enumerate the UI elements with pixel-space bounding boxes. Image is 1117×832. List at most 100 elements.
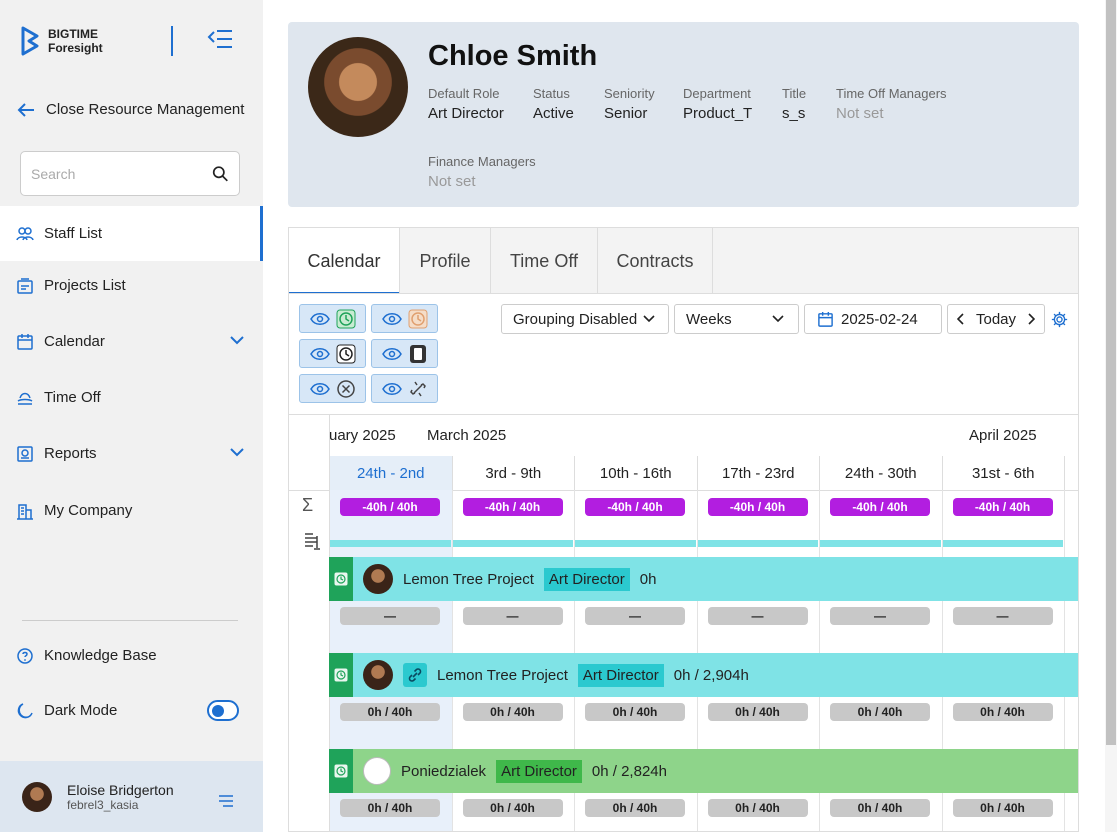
logo-divider [171, 26, 173, 56]
back-label: Close Resource Management [46, 101, 245, 118]
sidebar-item-calendar[interactable]: Calendar [0, 314, 263, 369]
user-menu-icon[interactable] [218, 794, 234, 808]
gear-icon[interactable] [1051, 311, 1068, 328]
allocation-cell[interactable]: — [830, 607, 930, 625]
toggle-visibility-button[interactable] [371, 304, 438, 333]
total-hours-pill: -40h / 40h [952, 498, 1053, 516]
toggle-visibility-button[interactable] [299, 339, 366, 368]
help-circle-icon [17, 647, 33, 664]
grouping-select[interactable]: Grouping Disabled [501, 304, 669, 334]
project-bar[interactable]: Lemon Tree Project Art Director 0h / 2,904… [329, 653, 1078, 697]
week-header[interactable]: 3rd - 9th [453, 456, 575, 490]
allocation-cell[interactable]: — [585, 607, 685, 625]
sidebar-item-staff-list[interactable]: Staff List [0, 206, 263, 261]
allocation-cell[interactable]: 0h / 40h [830, 799, 930, 817]
sidebar-item-projects-list[interactable]: Projects List [0, 258, 263, 313]
search-input[interactable] [31, 165, 212, 182]
close-resource-management-link[interactable]: Close Resource Management [16, 101, 244, 118]
total-hours-pill: -40h / 40h [707, 498, 808, 516]
scrollbar-thumb[interactable] [1106, 0, 1116, 745]
allocation-cell[interactable]: 0h / 40h [952, 703, 1053, 721]
date-picker[interactable]: 2025-02-24 [804, 304, 942, 334]
allocation-cell[interactable]: 0h / 40h [462, 703, 563, 721]
tab-contracts[interactable]: Contracts [598, 228, 713, 294]
chevron-down-icon [643, 315, 655, 323]
chevron-down-icon [772, 315, 784, 323]
tab-profile[interactable]: Profile [400, 228, 491, 294]
avatar [22, 781, 52, 812]
tab-time-off[interactable]: Time Off [491, 228, 598, 294]
toggle-visibility-button[interactable] [371, 374, 438, 403]
allocation-cell[interactable]: 0h / 40h [707, 799, 808, 817]
project-edge [329, 653, 353, 697]
week-header[interactable]: 24th - 2nd [330, 456, 453, 490]
toggle-visibility-button[interactable] [299, 374, 366, 403]
allocation-cell[interactable]: 0h / 40h [462, 799, 563, 817]
week-header[interactable]: 31st - 6th [943, 456, 1065, 490]
collapse-sidebar-icon[interactable] [206, 28, 234, 55]
calendar-icon [17, 333, 33, 350]
week-header[interactable]: 10th - 16th [575, 456, 698, 490]
tab-bar: Calendar Profile Time Off Contracts [288, 227, 1079, 295]
sidebar-item-time-off[interactable]: Time Off [0, 370, 263, 425]
allocation-cell[interactable]: — [707, 607, 808, 625]
week-header[interactable]: 24th - 30th [820, 456, 943, 490]
toggle-visibility-button[interactable] [371, 339, 438, 368]
profile-field: Time Off Managers Not set [836, 86, 947, 122]
sidebar-item-my-company[interactable]: My Company [0, 483, 263, 538]
allocation-cell[interactable]: — [340, 607, 440, 625]
month-label: uary 2025 [329, 427, 396, 444]
project-name: Lemon Tree Project [437, 666, 568, 684]
chevron-down-icon[interactable] [229, 332, 245, 348]
allocation-cell[interactable]: 0h / 40h [585, 703, 685, 721]
allocation-cell[interactable]: 0h / 40h [830, 703, 930, 721]
link-icon[interactable] [403, 663, 427, 687]
knowledge-base-link[interactable]: Knowledge Base [0, 628, 263, 683]
toggle-visibility-button[interactable] [299, 304, 366, 333]
eye-icon [381, 347, 402, 360]
current-user[interactable]: Eloise Bridgerton febrel3_kasia [0, 761, 263, 832]
split-box-icon [409, 344, 426, 363]
brand-line1: BIGTIME [48, 27, 98, 41]
chevron-left-icon[interactable] [957, 313, 965, 325]
profile-name: Chloe Smith [428, 40, 598, 72]
week-header[interactable]: 7 [1065, 456, 1078, 490]
allocation-cell[interactable]: 0h / 40h [952, 799, 1053, 817]
field-label: Seniority [604, 86, 655, 101]
field-value: Active [533, 105, 574, 122]
profile-field: Default Role Art Director [428, 86, 504, 122]
page-scrollbar[interactable] [1105, 0, 1117, 832]
allocation-cell[interactable]: — [462, 607, 563, 625]
assignee-avatar [363, 660, 393, 690]
allocation-cell[interactable]: 0h / 40h [340, 799, 440, 817]
tab-calendar[interactable]: Calendar [289, 228, 400, 295]
chevron-down-icon[interactable] [229, 444, 245, 460]
allocation-cell[interactable]: 0h / 40h [340, 703, 440, 721]
project-role-badge: Art Director [577, 663, 664, 687]
bigtime-logo[interactable]: BIGTIME Foresight [20, 26, 103, 56]
bigtime-logo-icon [21, 26, 39, 56]
search-box[interactable] [20, 151, 240, 196]
search-icon[interactable] [212, 164, 229, 184]
period-select[interactable]: Weeks [674, 304, 799, 334]
today-button[interactable]: Today [976, 311, 1016, 328]
clock-icon [334, 764, 348, 778]
sidebar-item-reports[interactable]: Reports [0, 426, 263, 481]
project-bar[interactable]: Lemon Tree Project Art Director 0h [329, 557, 1078, 601]
today-navigator: Today [947, 304, 1045, 334]
chevron-right-icon[interactable] [1027, 313, 1035, 325]
dark-mode-toggle[interactable] [207, 700, 239, 721]
user-name: Eloise Bridgerton [67, 781, 174, 798]
moon-icon [17, 702, 33, 718]
week-header[interactable]: 17th - 23rd [698, 456, 820, 490]
project-bar[interactable]: Poniedzialek Art Director 0h / 2,824h [329, 749, 1078, 793]
calendar-panel: Grouping Disabled Weeks 2025-02-24 Today… [288, 293, 1079, 832]
sidebar-item-label: Time Off [44, 389, 101, 406]
profile-field: Title s_s [782, 86, 806, 122]
allocation-cell[interactable]: 0h / 40h [707, 703, 808, 721]
building-icon [17, 503, 33, 520]
month-label: March 2025 [427, 427, 507, 444]
field-value: Not set [428, 173, 476, 190]
allocation-cell[interactable]: — [952, 607, 1053, 625]
allocation-cell[interactable]: 0h / 40h [585, 799, 685, 817]
